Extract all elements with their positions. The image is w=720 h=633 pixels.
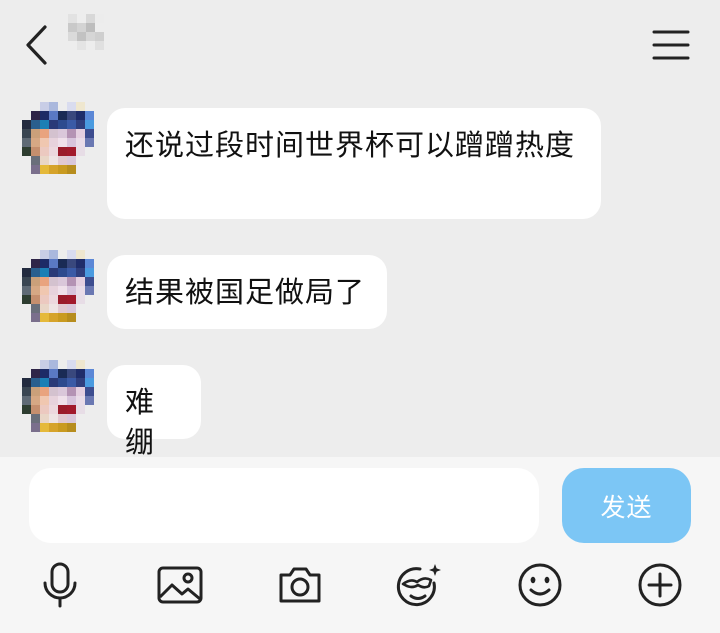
message-text: 结果被国足做局了 bbox=[125, 275, 366, 309]
microphone-icon bbox=[43, 562, 77, 608]
avatar[interactable] bbox=[20, 102, 94, 176]
pixelated-avatar bbox=[20, 250, 94, 324]
avatar[interactable] bbox=[20, 360, 94, 434]
message-text: 难绷 bbox=[125, 385, 156, 459]
pixelated-contact-name bbox=[68, 14, 104, 50]
message-bubble[interactable]: 结果被国足做局了 bbox=[107, 255, 387, 329]
back-button[interactable] bbox=[18, 22, 58, 68]
composer-bar: 发送 bbox=[0, 457, 720, 633]
sticker-icon bbox=[396, 564, 441, 607]
menu-button[interactable] bbox=[648, 26, 694, 64]
chat-title bbox=[68, 14, 104, 50]
message-bubble[interactable]: 还说过段时间世界杯可以蹭蹭热度 bbox=[107, 108, 601, 219]
camera-icon bbox=[279, 567, 321, 603]
chevron-left-icon bbox=[26, 25, 47, 65]
sticker-button[interactable] bbox=[394, 561, 442, 609]
camera-button[interactable] bbox=[276, 561, 324, 609]
plus-icon bbox=[638, 563, 682, 607]
hamburger-menu-icon bbox=[652, 30, 690, 60]
avatar[interactable] bbox=[20, 250, 94, 324]
emoji-button[interactable] bbox=[516, 561, 564, 609]
pixelated-avatar bbox=[20, 360, 94, 434]
emoji-icon bbox=[518, 563, 562, 607]
message-bubble[interactable]: 难绷 bbox=[107, 365, 201, 459]
pixelated-avatar bbox=[20, 102, 94, 176]
top-bar bbox=[0, 0, 720, 92]
image-button[interactable] bbox=[156, 561, 204, 609]
send-button[interactable]: 发送 bbox=[562, 468, 691, 543]
message-text: 还说过段时间世界杯可以蹭蹭热度 bbox=[125, 128, 576, 162]
voice-button[interactable] bbox=[36, 561, 84, 609]
more-button[interactable] bbox=[636, 561, 684, 609]
message-input[interactable] bbox=[29, 468, 539, 543]
image-icon bbox=[157, 566, 203, 604]
